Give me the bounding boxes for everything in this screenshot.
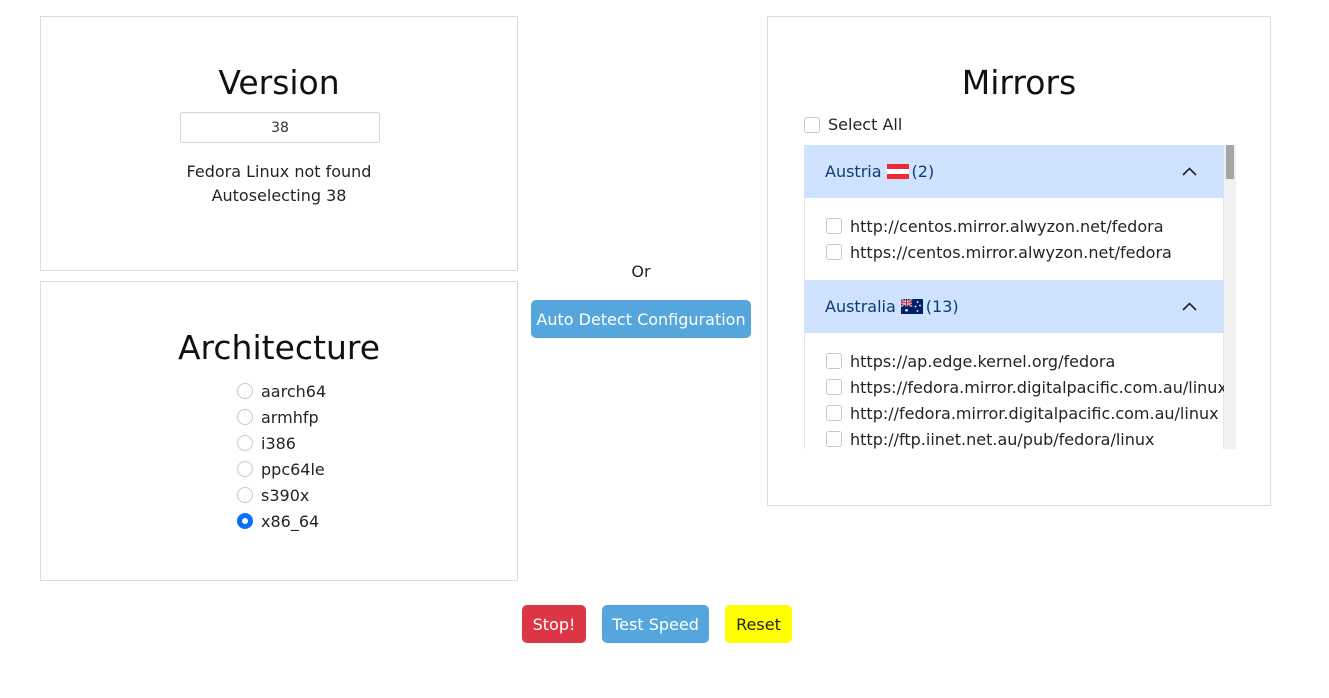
mirror-item[interactable]: https://centos.mirror.alwyzon.net/fedora xyxy=(826,239,1223,265)
mirror-list-scroll-area[interactable]: Austria (2) http://centos.mirror.alwyzon… xyxy=(804,145,1236,449)
accordion-header-australia[interactable]: Australia (13) xyxy=(804,280,1224,333)
select-all-checkbox-row[interactable]: Select All xyxy=(804,115,902,134)
radio-button[interactable] xyxy=(237,435,253,451)
chevron-up-icon[interactable] xyxy=(1181,298,1198,315)
arch-option-aarch64[interactable]: aarch64 xyxy=(237,378,326,404)
arch-option-ppc64le[interactable]: ppc64le xyxy=(237,456,326,482)
mirror-checkbox[interactable] xyxy=(826,379,842,395)
arch-option-label: s390x xyxy=(261,485,310,505)
scrollbar-thumb[interactable] xyxy=(1226,145,1234,179)
mirror-count: (2) xyxy=(911,162,935,181)
mirror-url: http://ftp.iinet.net.au/pub/fedora/linux xyxy=(850,429,1155,449)
select-all-checkbox[interactable] xyxy=(804,116,820,133)
version-status-not-found: Fedora Linux not found xyxy=(186,162,372,181)
radio-button[interactable] xyxy=(237,409,253,425)
radio-button[interactable] xyxy=(237,461,253,477)
mirror-url: https://centos.mirror.alwyzon.net/fedora xyxy=(850,242,1172,262)
arch-option-label: x86_64 xyxy=(261,511,320,531)
mirror-checkbox[interactable] xyxy=(826,405,842,421)
mirror-checkbox[interactable] xyxy=(826,353,842,369)
mirror-url: https://ap.edge.kernel.org/fedora xyxy=(850,351,1116,371)
arch-option-s390x[interactable]: s390x xyxy=(237,482,326,508)
mirror-checkbox[interactable] xyxy=(826,218,842,234)
chevron-up-icon[interactable] xyxy=(1181,163,1198,180)
mirror-url: https://fedora.mirror.digitalpacific.com… xyxy=(850,377,1227,397)
mirror-url: http://fedora.mirror.digitalpacific.com.… xyxy=(850,403,1219,423)
version-panel: Version Fedora Linux not found Autoselec… xyxy=(40,16,518,271)
country-name: Australia xyxy=(825,297,896,316)
mirror-count: (13) xyxy=(925,297,959,316)
mirror-checkbox[interactable] xyxy=(826,431,842,447)
radio-button-selected[interactable] xyxy=(237,513,253,529)
radio-button[interactable] xyxy=(237,487,253,503)
arch-option-label: armhfp xyxy=(261,407,319,427)
architecture-panel: Architecture aarch64 armhfp i386 ppc64le… xyxy=(40,281,518,581)
mirror-list-scrollbar[interactable] xyxy=(1224,145,1236,449)
arch-option-armhfp[interactable]: armhfp xyxy=(237,404,326,430)
reset-button[interactable]: Reset xyxy=(725,605,792,643)
version-input[interactable] xyxy=(180,112,380,143)
arch-option-i386[interactable]: i386 xyxy=(237,430,326,456)
radio-button[interactable] xyxy=(237,383,253,399)
mirrors-title: Mirrors xyxy=(961,63,1077,102)
or-separator: Or xyxy=(631,262,651,281)
architecture-radio-group: aarch64 armhfp i386 ppc64le s390x x86_64 xyxy=(237,378,326,534)
australia-flag-icon xyxy=(900,299,923,314)
arch-option-x86_64[interactable]: x86_64 xyxy=(237,508,326,534)
arch-option-label: ppc64le xyxy=(261,459,325,479)
version-title: Version xyxy=(218,63,340,102)
select-all-label: Select All xyxy=(828,115,903,134)
mirrors-panel: Mirrors Select All Austria (2) http://ce… xyxy=(767,16,1271,506)
mirror-checkbox[interactable] xyxy=(826,244,842,260)
arch-option-label: aarch64 xyxy=(261,381,327,401)
stop-button[interactable]: Stop! xyxy=(522,605,586,643)
mirror-item[interactable]: http://ftp.iinet.net.au/pub/fedora/linux xyxy=(826,426,1223,449)
country-name: Austria xyxy=(825,162,882,181)
version-status-autoselect: Autoselecting 38 xyxy=(211,186,347,205)
mirror-item[interactable]: https://ap.edge.kernel.org/fedora xyxy=(826,348,1223,374)
mirror-item[interactable]: http://fedora.mirror.digitalpacific.com.… xyxy=(826,400,1223,426)
accordion-body-australia: https://ap.edge.kernel.org/fedora https:… xyxy=(804,333,1227,449)
mirror-item[interactable]: http://centos.mirror.alwyzon.net/fedora xyxy=(826,213,1223,239)
mirror-url: http://centos.mirror.alwyzon.net/fedora xyxy=(850,216,1164,236)
auto-detect-button[interactable]: Auto Detect Configuration xyxy=(531,300,751,338)
test-speed-button[interactable]: Test Speed xyxy=(602,605,709,643)
accordion-header-austria[interactable]: Austria (2) xyxy=(804,145,1224,198)
arch-option-label: i386 xyxy=(261,433,296,453)
accordion-body-austria: http://centos.mirror.alwyzon.net/fedora … xyxy=(804,198,1224,280)
architecture-title: Architecture xyxy=(177,328,381,367)
austria-flag-icon xyxy=(886,164,909,179)
mirror-item[interactable]: https://fedora.mirror.digitalpacific.com… xyxy=(826,374,1227,400)
